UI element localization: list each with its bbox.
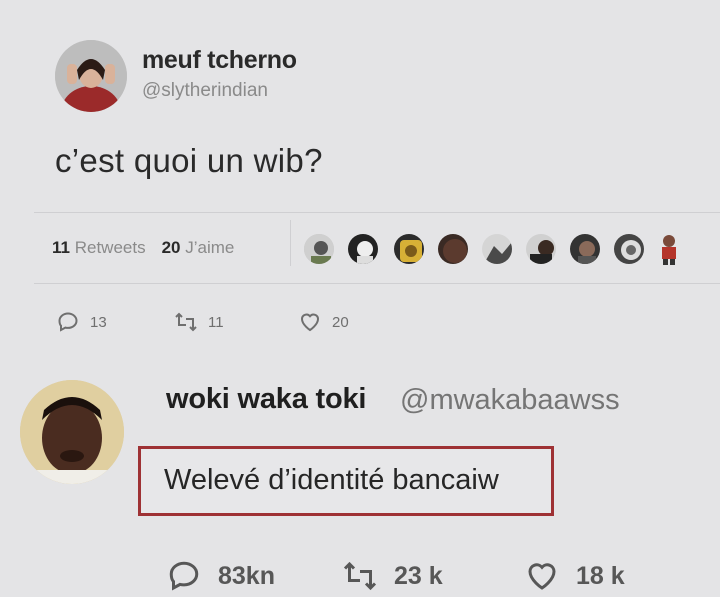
author-handle[interactable]: @slytherindian [142,80,268,102]
retweet-count: 11 [208,313,224,331]
like-count: 20 [332,313,349,331]
liker-avatar[interactable] [568,232,602,266]
reply-count: 83kn [218,561,275,590]
like-count: 18 k [576,561,625,590]
like-action[interactable]: 20 [298,310,349,334]
liker-avatar[interactable] [392,232,426,266]
liker-avatar[interactable] [480,232,514,266]
liker-avatar[interactable] [302,232,336,266]
engagement-stats: 11 Retweets 20 J’aime [52,238,234,258]
author-name[interactable]: meuf tcherno [142,46,297,75]
like-icon [528,563,556,590]
liker-avatar[interactable] [346,232,380,266]
liker-avatar[interactable] [654,232,684,266]
reply-like-action[interactable]: 18 k [524,558,625,594]
divider [34,212,720,213]
liker-avatar[interactable] [612,232,646,266]
reply-count: 13 [90,313,107,331]
reply-author-handle[interactable]: @mwakabaawss [400,384,620,417]
author-avatar[interactable] [55,40,127,112]
like-icon [300,313,320,332]
reply-reply-action[interactable]: 83kn [166,558,275,594]
reply-icon [169,561,199,591]
retweet-icon [175,312,197,332]
reply-text: Welevé d’identité bancaiw [164,464,499,496]
liker-avatar[interactable] [436,232,470,266]
tweet-text: c’est quoi un wib? [55,142,323,179]
retweets-count: 11 [52,238,70,257]
reply-retweet-action[interactable]: 23 k [342,558,443,594]
retweet-action[interactable]: 11 [174,310,224,334]
likes-stat[interactable]: 20 J’aime [162,238,235,257]
stats-separator [290,220,291,266]
reply-author-name[interactable]: woki waka toki [166,383,366,416]
retweets-label: Retweets [74,238,146,257]
retweet-count: 23 k [394,561,443,590]
reply-author-avatar[interactable] [20,380,124,484]
liker-avatar[interactable] [524,232,558,266]
retweet-icon [343,561,377,591]
divider [34,283,720,284]
likes-label: J’aime [185,238,235,257]
reply-action[interactable]: 13 [56,310,107,334]
reply-icon [58,312,78,332]
retweets-stat[interactable]: 11 Retweets [52,238,146,257]
likes-count: 20 [161,238,181,257]
